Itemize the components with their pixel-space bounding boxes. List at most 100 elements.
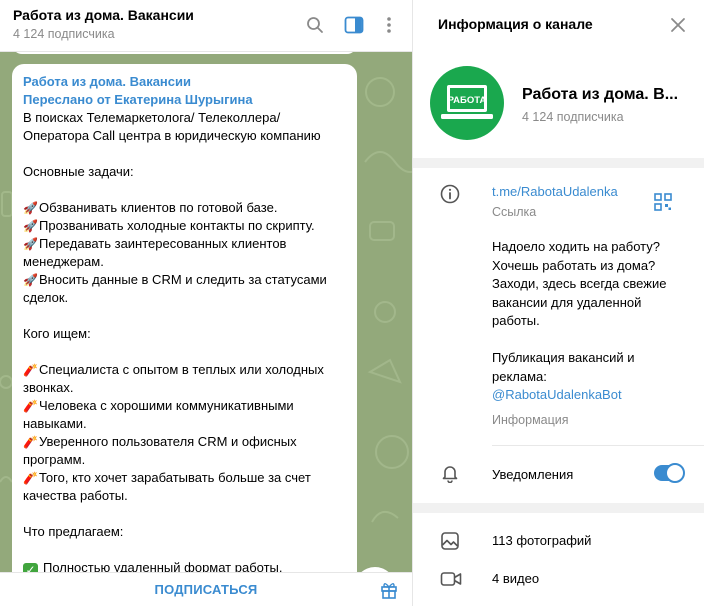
notifications-toggle[interactable] [654, 463, 685, 483]
description-line [492, 331, 666, 350]
message-line-text: Кого ищем: [23, 326, 91, 341]
info-icon [440, 184, 460, 204]
message-line-text: Полностью удаленный формат работы. [43, 560, 283, 572]
rocket-icon: 🚀 [23, 237, 38, 251]
photos-count-item[interactable]: 113 фотографий [492, 533, 591, 548]
chat-background[interactable]: Работа из дома. Вакансии Переслано от Ек… [0, 52, 412, 572]
firecracker-icon: 🧨 [23, 363, 38, 377]
description-line: вакансии для удаленной [492, 294, 642, 310]
subscribe-button[interactable]: ПОДПИСАТЬСЯ [0, 573, 412, 606]
channel-link-label: Ссылка [492, 205, 537, 219]
chat-subscriber-count: 4 124 подписчика [13, 27, 115, 41]
message-line-text: Специалиста с опытом в теплых или холодн… [39, 362, 324, 377]
message-line-text: качества работы. [23, 488, 128, 503]
rocket-icon: 🚀 [23, 201, 38, 215]
notifications-label: Уведомления [492, 467, 574, 482]
message-line: Основные задачи: [23, 163, 345, 181]
message-line [23, 181, 345, 199]
qr-code-icon[interactable] [654, 193, 672, 211]
checkmark-icon: ✓ [23, 563, 38, 572]
chat-panel: Работа из дома. Вакансии 4 124 подписчик… [0, 0, 412, 606]
channel-link[interactable]: t.me/RabotaUdalenka [492, 184, 618, 199]
message-line: качества работы. [23, 487, 345, 505]
description-line: Хочешь работать из дома? [492, 257, 656, 273]
rocket-icon: 🚀 [23, 219, 38, 233]
bell-icon [442, 466, 458, 483]
message-line: В поисках Телемаркетолога/ Телеколлера/ [23, 109, 345, 127]
chat-footer: ПОДПИСАТЬСЯ [0, 572, 412, 606]
description-line: Заходи, здесь всегда свежие [492, 276, 667, 291]
message-line-text: сделок. [23, 290, 69, 305]
bot-mention-link[interactable]: @RabotaUdalenkaBot [492, 386, 666, 405]
message-line-text: Человека с хорошими коммуникативными [39, 398, 294, 413]
message-bubble[interactable]: Работа из дома. Вакансии Переслано от Ек… [12, 64, 357, 572]
message-line-text: Прозванивать холодные контакты по скрипт… [39, 218, 315, 233]
firecracker-icon: 🧨 [23, 399, 38, 413]
chat-title[interactable]: Работа из дома. Вакансии [13, 7, 194, 23]
section-separator [413, 158, 704, 168]
video-icon [440, 572, 462, 586]
message-line-text: программ. [23, 452, 86, 467]
message-line: Оператора Call центра в юридическую комп… [23, 127, 345, 145]
message-line: Что предлагаем: [23, 523, 345, 541]
message-line-text: Вносить данные в CRM и следить за статус… [39, 272, 327, 287]
search-icon[interactable] [303, 13, 327, 37]
section-separator [413, 503, 704, 513]
message-line-text: менеджерам. [23, 254, 104, 269]
message-line-text: Основные задачи: [23, 164, 134, 179]
rocket-icon: 🚀 [23, 273, 38, 287]
message-line-text: В поисках Телемаркетолога/ Телеколлера/ [23, 110, 281, 125]
info-panel-title: Информация о канале [438, 16, 593, 32]
message-line: 🚀Передавать заинтересованных клиентов [23, 235, 345, 253]
message-line-text: звонках. [23, 380, 74, 395]
firecracker-icon: 🧨 [23, 435, 38, 449]
message-line: ✓ Полностью удаленный формат работы. [23, 559, 345, 572]
message-line: программ. [23, 451, 345, 469]
message-line-text: Того, кто хочет зарабатывать больше за с… [39, 470, 311, 485]
message-line [23, 541, 345, 559]
channel-info-panel: Информация о канале РАБОТА Работа из дом… [413, 0, 704, 606]
gift-icon[interactable] [380, 581, 398, 599]
more-vertical-icon[interactable] [377, 13, 401, 37]
previous-message-bubble [12, 52, 357, 54]
message-forwarded-from[interactable]: Переслано от Екатерина Шурыгина [23, 91, 345, 109]
sidebar-toggle-icon[interactable] [342, 13, 366, 37]
message-channel-name[interactable]: Работа из дома. Вакансии [23, 73, 345, 91]
description-line: работы. [492, 313, 540, 328]
message-line-text: Уверенного пользователя CRM и офисных [39, 434, 297, 449]
message-text: В поисках Телемаркетолога/ Телеколлера/О… [23, 109, 345, 572]
channel-description: Надоело ходить на работу? Хочешь работать… [492, 238, 666, 405]
message-line: 🧨Того, кто хочет зарабатывать больше за … [23, 469, 345, 487]
message-line [23, 505, 345, 523]
photo-icon [441, 532, 459, 550]
message-line [23, 343, 345, 361]
firecracker-icon: 🧨 [23, 471, 38, 485]
divider [492, 445, 704, 446]
message-line: 🚀Вносить данные в CRM и следить за стату… [23, 271, 345, 289]
description-line: Надоело ходить на работу? [492, 239, 660, 254]
chat-header: Работа из дома. Вакансии 4 124 подписчик… [0, 0, 412, 52]
toggle-knob [665, 463, 685, 483]
message-line: 🚀Прозванивать холодные контакты по скрип… [23, 217, 345, 235]
message-line-text: Что предлагаем: [23, 524, 124, 539]
videos-count-item[interactable]: 4 видео [492, 571, 539, 586]
message-line: навыками. [23, 415, 345, 433]
message-line: 🧨Специалиста с опытом в теплых или холод… [23, 361, 345, 379]
message-line [23, 307, 345, 325]
channel-avatar[interactable]: РАБОТА [430, 66, 504, 140]
channel-description-label: Информация [492, 413, 569, 427]
message-line [23, 145, 345, 163]
laptop-icon: РАБОТА [441, 85, 493, 119]
message-line: менеджерам. [23, 253, 345, 271]
message-line: сделок. [23, 289, 345, 307]
channel-subscriber-count: 4 124 подписчика [522, 110, 624, 124]
message-line: Кого ищем: [23, 325, 345, 343]
message-line: 🧨Человека с хорошими коммуникативными [23, 397, 345, 415]
description-line: реклама: [492, 368, 547, 384]
message-line-text: Оператора Call центра в юридическую комп… [23, 128, 321, 143]
close-icon[interactable] [667, 14, 689, 36]
message-line-text: Обзванивать клиентов по готовой базе. [39, 200, 278, 215]
message-line-text: навыками. [23, 416, 87, 431]
message-line: звонках. [23, 379, 345, 397]
channel-name: Работа из дома. В... [522, 86, 679, 103]
